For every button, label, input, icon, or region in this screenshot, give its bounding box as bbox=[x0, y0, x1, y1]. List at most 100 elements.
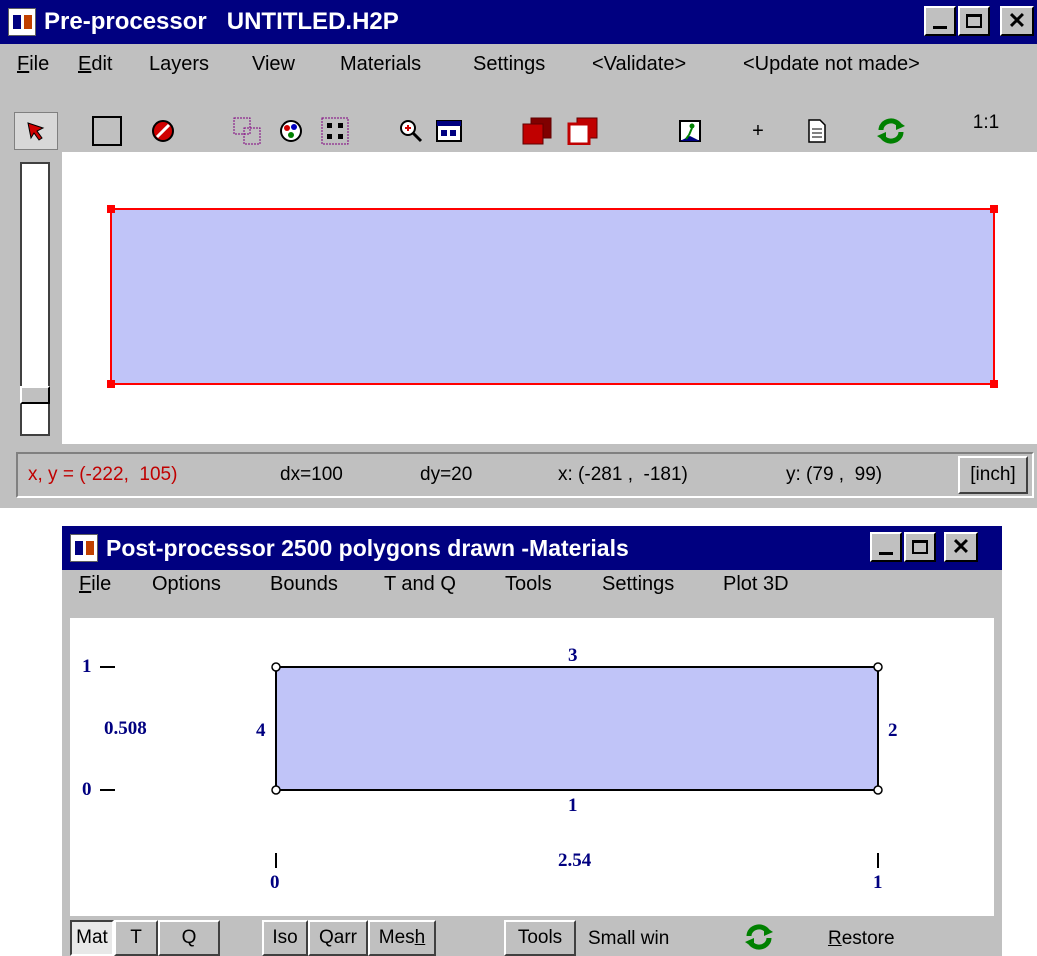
pre-title-bar[interactable]: Pre-processor UNTITLED.H2P bbox=[0, 0, 1037, 44]
pre-geometry bbox=[107, 205, 998, 388]
x-axis-mid-label: 2.54 bbox=[558, 850, 592, 871]
node-marker[interactable] bbox=[873, 785, 883, 795]
minimize-icon bbox=[879, 551, 893, 555]
layer-icon bbox=[233, 117, 261, 145]
menu-plot-3d[interactable]: Plot 3D bbox=[723, 573, 789, 596]
node-marker[interactable] bbox=[271, 785, 281, 795]
refresh-icon bbox=[877, 118, 905, 144]
q-button[interactable]: Q bbox=[158, 920, 220, 956]
dx-readout: dx=100 bbox=[280, 464, 343, 485]
menu-settings[interactable]: Settings bbox=[473, 53, 545, 76]
grid-points-button[interactable] bbox=[320, 116, 350, 146]
window-icon bbox=[436, 120, 462, 142]
document-icon bbox=[808, 119, 826, 143]
t-button[interactable]: T bbox=[114, 920, 158, 956]
maximize-button[interactable] bbox=[904, 532, 936, 562]
y-axis-top-label: 1 bbox=[82, 656, 92, 677]
rectangle-tool-button[interactable] bbox=[92, 116, 122, 146]
delete-tool-button[interactable] bbox=[148, 116, 178, 146]
node-marker[interactable] bbox=[873, 662, 883, 672]
minimize-button[interactable] bbox=[870, 532, 902, 562]
exit-button[interactable] bbox=[676, 116, 706, 146]
material-region[interactable] bbox=[275, 666, 879, 791]
slider-thumb[interactable] bbox=[20, 386, 50, 404]
edge-label-left: 4 bbox=[256, 720, 266, 741]
refresh-icon bbox=[745, 924, 773, 950]
menu-file[interactable]: File bbox=[79, 573, 111, 596]
tools-button[interactable]: Tools bbox=[504, 920, 576, 956]
grid-icon bbox=[321, 117, 349, 145]
no-sign-icon bbox=[152, 120, 174, 142]
node-marker[interactable] bbox=[271, 662, 281, 672]
menu-options[interactable]: Options bbox=[152, 573, 221, 596]
window-title: Pre-processor UNTITLED.H2P bbox=[44, 8, 399, 35]
post-processor-window: Post-processor 2500 polygons drawn -Mate… bbox=[62, 526, 1002, 956]
post-geometry bbox=[100, 662, 883, 868]
send-back-button[interactable] bbox=[566, 116, 600, 146]
menu-t-and-q[interactable]: T and Q bbox=[384, 573, 456, 596]
close-button[interactable]: ✕ bbox=[944, 532, 978, 562]
x-axis-left-label: 0 bbox=[270, 872, 280, 893]
select-arrow-button[interactable] bbox=[14, 112, 58, 150]
refresh-button[interactable] bbox=[742, 922, 776, 952]
qarr-button[interactable]: Qarr bbox=[308, 920, 368, 956]
maximize-button[interactable] bbox=[958, 6, 990, 36]
edge-label-right: 2 bbox=[888, 720, 898, 741]
iso-button[interactable]: Iso bbox=[262, 920, 308, 956]
corner-handle[interactable] bbox=[990, 380, 998, 388]
arrow-icon bbox=[27, 122, 45, 141]
layer-tool-button[interactable] bbox=[232, 116, 262, 146]
post-drawing-canvas[interactable]: 1 0.508 0 3 4 2 1 2.54 0 1 bbox=[70, 618, 994, 916]
close-button[interactable]: ✕ bbox=[1000, 6, 1034, 36]
pre-status-bar: x, y = (-222, 105) dx=100 dy=20 x: (-281… bbox=[16, 452, 1034, 498]
y-range-readout: y: (79 , 99) bbox=[786, 464, 883, 485]
menu-layers[interactable]: Layers bbox=[149, 53, 209, 76]
minimize-button[interactable] bbox=[924, 6, 956, 36]
material-palette-button[interactable] bbox=[276, 116, 306, 146]
layers-front-icon bbox=[522, 117, 552, 145]
corner-handle[interactable] bbox=[990, 205, 998, 213]
rectangle-region[interactable] bbox=[110, 208, 995, 385]
mesh-button[interactable]: Mes h bbox=[368, 920, 436, 956]
corner-handle[interactable] bbox=[107, 380, 115, 388]
edge-label-bottom: 1 bbox=[568, 795, 578, 816]
dy-readout: dy=20 bbox=[420, 464, 473, 485]
menu-bounds[interactable]: Bounds bbox=[270, 573, 338, 596]
magnifier-icon bbox=[400, 120, 423, 143]
small-win-toggle[interactable]: Small win bbox=[588, 928, 669, 950]
menu-tools[interactable]: Tools bbox=[505, 573, 552, 596]
exit-door-icon bbox=[679, 120, 701, 142]
restore-button[interactable]: Restore bbox=[828, 928, 895, 950]
minimize-icon bbox=[933, 25, 947, 29]
app-icon bbox=[8, 8, 36, 36]
cursor-coordinates: x, y = (-222, 105) bbox=[28, 464, 178, 485]
menu-settings[interactable]: Settings bbox=[602, 573, 674, 596]
unit-button[interactable]: [inch] bbox=[958, 456, 1028, 494]
window-title: Post-processor 2500 polygons drawn -Mate… bbox=[106, 534, 629, 561]
refresh-button[interactable] bbox=[874, 116, 908, 146]
pre-drawing-canvas[interactable] bbox=[62, 152, 1037, 444]
post-title-bar[interactable]: Post-processor 2500 polygons drawn -Mate… bbox=[62, 526, 1002, 570]
app-icon bbox=[70, 534, 98, 562]
menu-edit[interactable]: Edit bbox=[78, 53, 112, 76]
menu-materials[interactable]: Materials bbox=[340, 53, 421, 76]
zoom-button[interactable] bbox=[396, 116, 426, 146]
menu-view[interactable]: View bbox=[252, 53, 295, 76]
menu-file[interactable]: File bbox=[17, 53, 49, 76]
menu-update[interactable]: <Update not made> bbox=[743, 53, 920, 76]
corner-handle[interactable] bbox=[107, 205, 115, 213]
side-slider[interactable] bbox=[20, 162, 50, 436]
view-window-button[interactable] bbox=[434, 116, 464, 146]
add-point-button[interactable]: + bbox=[746, 116, 770, 146]
maximize-icon bbox=[912, 540, 928, 554]
x-range-readout: x: (-281 , -181) bbox=[558, 464, 688, 485]
edge-label-top: 3 bbox=[568, 645, 578, 666]
menu-validate[interactable]: <Validate> bbox=[592, 53, 686, 76]
mat-button[interactable]: Mat bbox=[70, 920, 114, 956]
bring-front-button[interactable] bbox=[520, 116, 554, 146]
maximize-icon bbox=[966, 14, 982, 28]
notes-button[interactable] bbox=[802, 116, 832, 146]
plus-icon: + bbox=[752, 119, 764, 142]
zoom-label: 1:1 bbox=[972, 112, 1000, 133]
x-axis-right-label: 1 bbox=[873, 872, 883, 893]
